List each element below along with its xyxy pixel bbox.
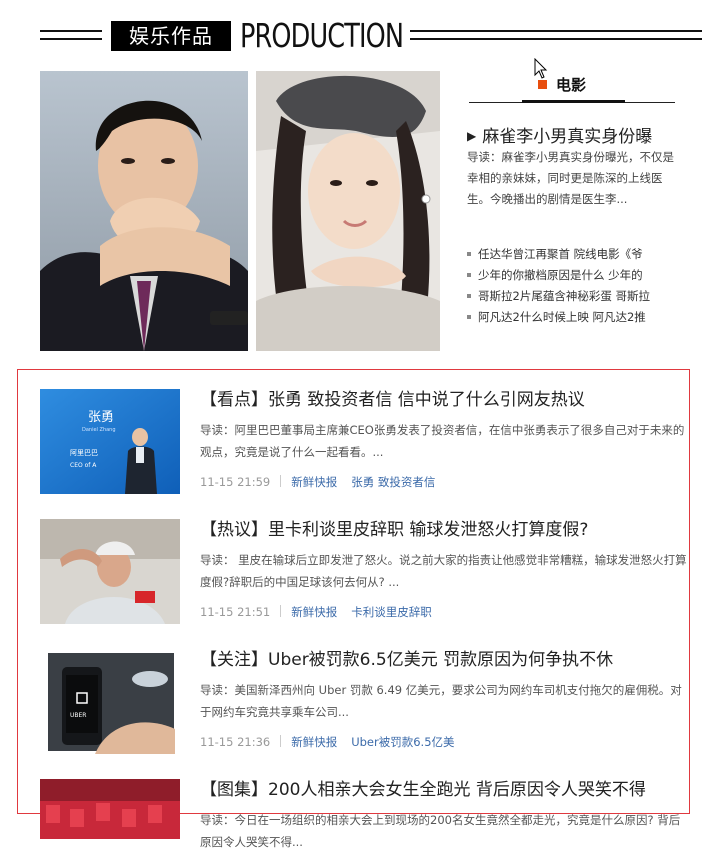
thumb-sub-text: Daniel Zhang xyxy=(82,427,116,433)
news-tag-link[interactable]: 张勇 致投资者信 xyxy=(351,475,435,489)
thumb-org-text: 阿里巴巴 xyxy=(70,448,98,457)
header-rule-right-top xyxy=(410,30,702,32)
news-meta: 11-15 21:59 新鲜快报 张勇 致投资者信 xyxy=(200,474,449,490)
bullet-icon xyxy=(467,294,471,298)
section-title-en: PRODUCTION xyxy=(240,16,404,55)
news-meta: 11-15 21:36 新鲜快报 Uber被罚款6.5亿美 xyxy=(200,734,469,750)
news-tag-link[interactable]: Uber被罚款6.5亿美 xyxy=(351,735,454,749)
section-title-cn: 娱乐作品 xyxy=(111,21,231,51)
tab-marker-icon xyxy=(538,80,547,89)
meta-divider xyxy=(280,475,282,487)
news-title[interactable]: 【关注】Uber被罚款6.5亿美元 罚款原因为何争执不休 xyxy=(200,649,613,671)
movie-list-item-label: 哥斯拉2片尾蕴含神秘彩蛋 哥斯拉 xyxy=(478,289,650,303)
featured-movie-title-text: 麻雀李小男真实身份曝 xyxy=(482,127,653,147)
news-title[interactable]: 【图集】200人相亲大会女生全跑光 背后原因令人哭笑不得 xyxy=(200,779,646,801)
featured-movie-title[interactable]: ▶ 麻雀李小男真实身份曝 xyxy=(467,122,652,147)
news-item: 张勇 Daniel Zhang 阿里巴巴 CEO of A 【看点】张勇 致投资… xyxy=(40,389,690,499)
news-summary: 导读：阿里巴巴董事局主席兼CEO张勇发表了投资者信，在信中张勇表示了很多自己对于… xyxy=(200,423,685,459)
news-summary: 导读： 里皮在输球后立即发泄了怒火。说之前大家的指责让他感觉非常糟糕，输球发泄怒… xyxy=(200,553,687,589)
header-rule-right-bottom xyxy=(410,38,702,40)
bullet-icon xyxy=(467,252,471,256)
news-title[interactable]: 【看点】张勇 致投资者信 信中说了什么引网友热议 xyxy=(200,389,585,411)
movie-list-item[interactable]: 任达华曾江再聚首 院线电影《爷 xyxy=(467,244,663,265)
news-time: 11-15 21:59 xyxy=(200,475,271,489)
hero-photo-right[interactable] xyxy=(256,71,440,351)
featured-movie-intro: 导读：麻雀李小男真实身份曝光，不仅是幸相的亲妹妹，同时更是陈深的上线医生。今晚播… xyxy=(467,150,674,206)
meta-divider xyxy=(280,735,282,747)
news-thumbnail[interactable] xyxy=(40,779,180,839)
movie-list-item[interactable]: 阿凡达2什么时候上映 阿凡达2推 xyxy=(467,307,663,328)
news-item: 【热议】里卡利谈里皮辞职 输球发泄怒火打算度假? 导读： 里皮在输球后立即发泄了… xyxy=(40,519,690,629)
bullet-icon xyxy=(467,315,471,319)
news-summary: 导读：美国新泽西州向 Uber 罚款 6.49 亿美元，要求公司为网约车司机支付… xyxy=(200,683,682,719)
news-thumbnail[interactable]: 张勇 Daniel Zhang 阿里巴巴 CEO of A xyxy=(40,389,180,494)
news-time: 11-15 21:51 xyxy=(200,605,271,619)
news-item: 【图集】200人相亲大会女生全跑光 背后原因令人哭笑不得 导读：今日在一场组织的… xyxy=(40,779,690,849)
news-category-link[interactable]: 新鲜快报 xyxy=(291,735,337,749)
movie-list-item-label: 阿凡达2什么时候上映 阿凡达2推 xyxy=(478,310,646,324)
tab-active-indicator xyxy=(522,100,625,103)
news-tag-link[interactable]: 卡利谈里皮辞职 xyxy=(351,605,432,619)
news-thumbnail[interactable] xyxy=(40,519,180,624)
hero-photo-left[interactable] xyxy=(40,71,248,351)
news-summary: 导读：今日在一场组织的相亲大会上到现场的200名女生竟然全都走光，究竟是什么原因… xyxy=(200,813,681,849)
news-category-link[interactable]: 新鲜快报 xyxy=(291,475,337,489)
news-title[interactable]: 【热议】里卡利谈里皮辞职 输球发泄怒火打算度假? xyxy=(200,519,588,541)
news-category-link[interactable]: 新鲜快报 xyxy=(291,605,337,619)
bullet-icon xyxy=(467,273,471,277)
header-rule-left-bottom xyxy=(40,38,102,40)
thumb-role-text: CEO of A xyxy=(70,462,97,469)
thumb-brand-text: UBER xyxy=(70,712,86,719)
movie-list-item-label: 任达华曾江再聚首 院线电影《爷 xyxy=(478,247,643,261)
tab-movie-label: 电影 xyxy=(556,76,587,94)
movie-list-item[interactable]: 哥斯拉2片尾蕴含神秘彩蛋 哥斯拉 xyxy=(467,286,663,307)
news-time: 11-15 21:36 xyxy=(200,735,271,749)
header-rule-left-top xyxy=(40,30,102,32)
meta-divider xyxy=(280,605,282,617)
movie-list-item[interactable]: 少年的你撤档原因是什么 少年的 xyxy=(467,265,663,286)
news-thumbnail[interactable]: UBER xyxy=(40,649,180,754)
movie-list-item-label: 少年的你撤档原因是什么 少年的 xyxy=(478,268,643,282)
movie-list: 任达华曾江再聚首 院线电影《爷 少年的你撤档原因是什么 少年的 哥斯拉2片尾蕴含… xyxy=(467,244,677,328)
news-item: UBER 【关注】Uber被罚款6.5亿美元 罚款原因为何争执不休 导读：美国新… xyxy=(40,649,690,759)
mouse-cursor-icon xyxy=(534,58,548,79)
play-triangle-icon: ▶ xyxy=(467,129,477,143)
thumb-name-text: 张勇 xyxy=(88,410,114,425)
news-meta: 11-15 21:51 新鲜快报 卡利谈里皮辞职 xyxy=(200,604,446,620)
